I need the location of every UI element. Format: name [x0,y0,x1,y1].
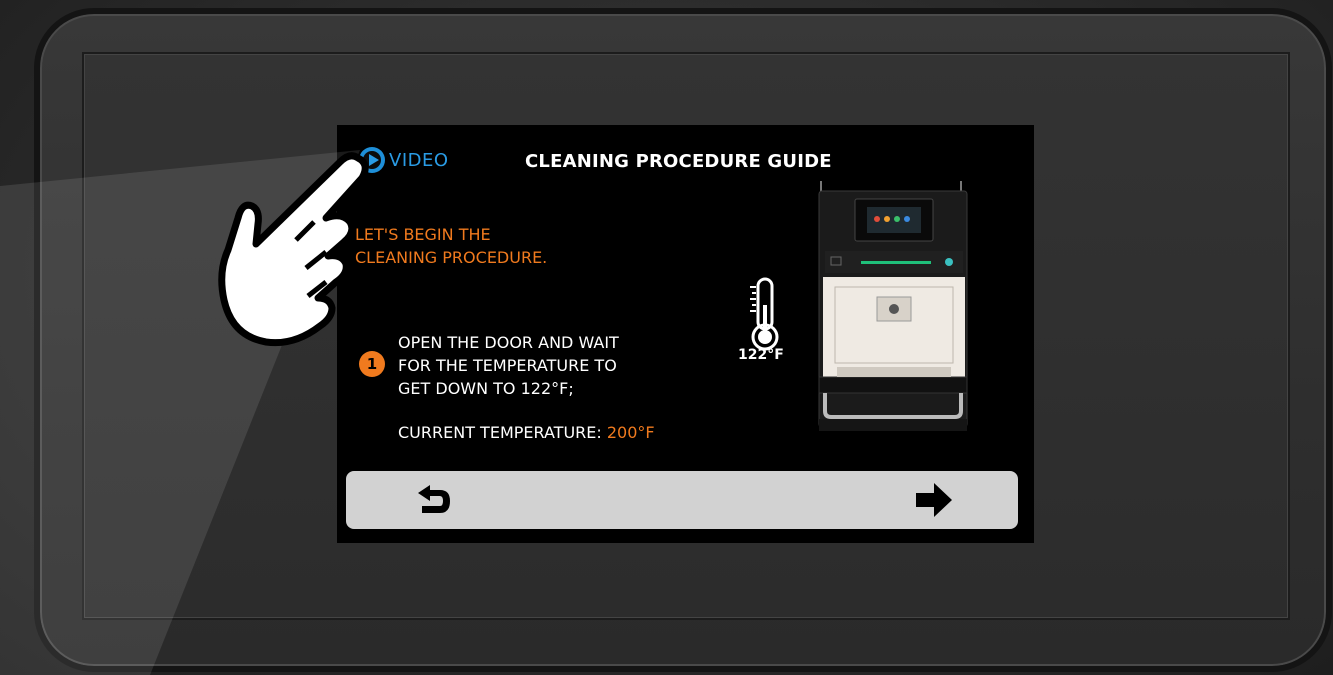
current-temperature-value: 200°F [606,423,655,442]
device-stage: VIDEO CLEANING PROCEDURE GUIDE LET'S BEG… [0,0,1333,675]
target-temperature: 122°F [738,347,784,363]
step-line-1: OPEN THE DOOR AND WAIT [398,333,619,352]
undo-arrow-icon[interactable] [414,483,454,517]
step-line-2: FOR THE TEMPERATURE TO [398,356,617,375]
intro-line-1: LET'S BEGIN THE [355,225,491,244]
step-number-badge: 1 [359,351,385,377]
current-temperature: CURRENT TEMPERATURE: 200°F [398,423,655,442]
current-temperature-label: CURRENT TEMPERATURE: [398,423,602,442]
intro-line-2: CLEANING PROCEDURE. [355,248,548,267]
navigation-bar [346,471,1018,529]
page-title: CLEANING PROCEDURE GUIDE [525,151,832,172]
oven-illustration [818,181,968,431]
thermometer-icon [750,277,779,351]
step-instructions: OPEN THE DOOR AND WAIT FOR THE TEMPERATU… [398,331,698,400]
right-arrow-icon[interactable] [914,481,954,519]
step-line-3: GET DOWN TO 122°F; [398,379,574,398]
pointing-hand-icon [218,152,369,347]
video-label: VIDEO [389,149,449,171]
step-1: 1 OPEN THE DOOR AND WAIT FOR THE TEMPERA… [359,331,698,400]
touch-screen: VIDEO CLEANING PROCEDURE GUIDE LET'S BEG… [337,125,1034,543]
intro-text: LET'S BEGIN THE CLEANING PROCEDURE. [355,223,615,269]
